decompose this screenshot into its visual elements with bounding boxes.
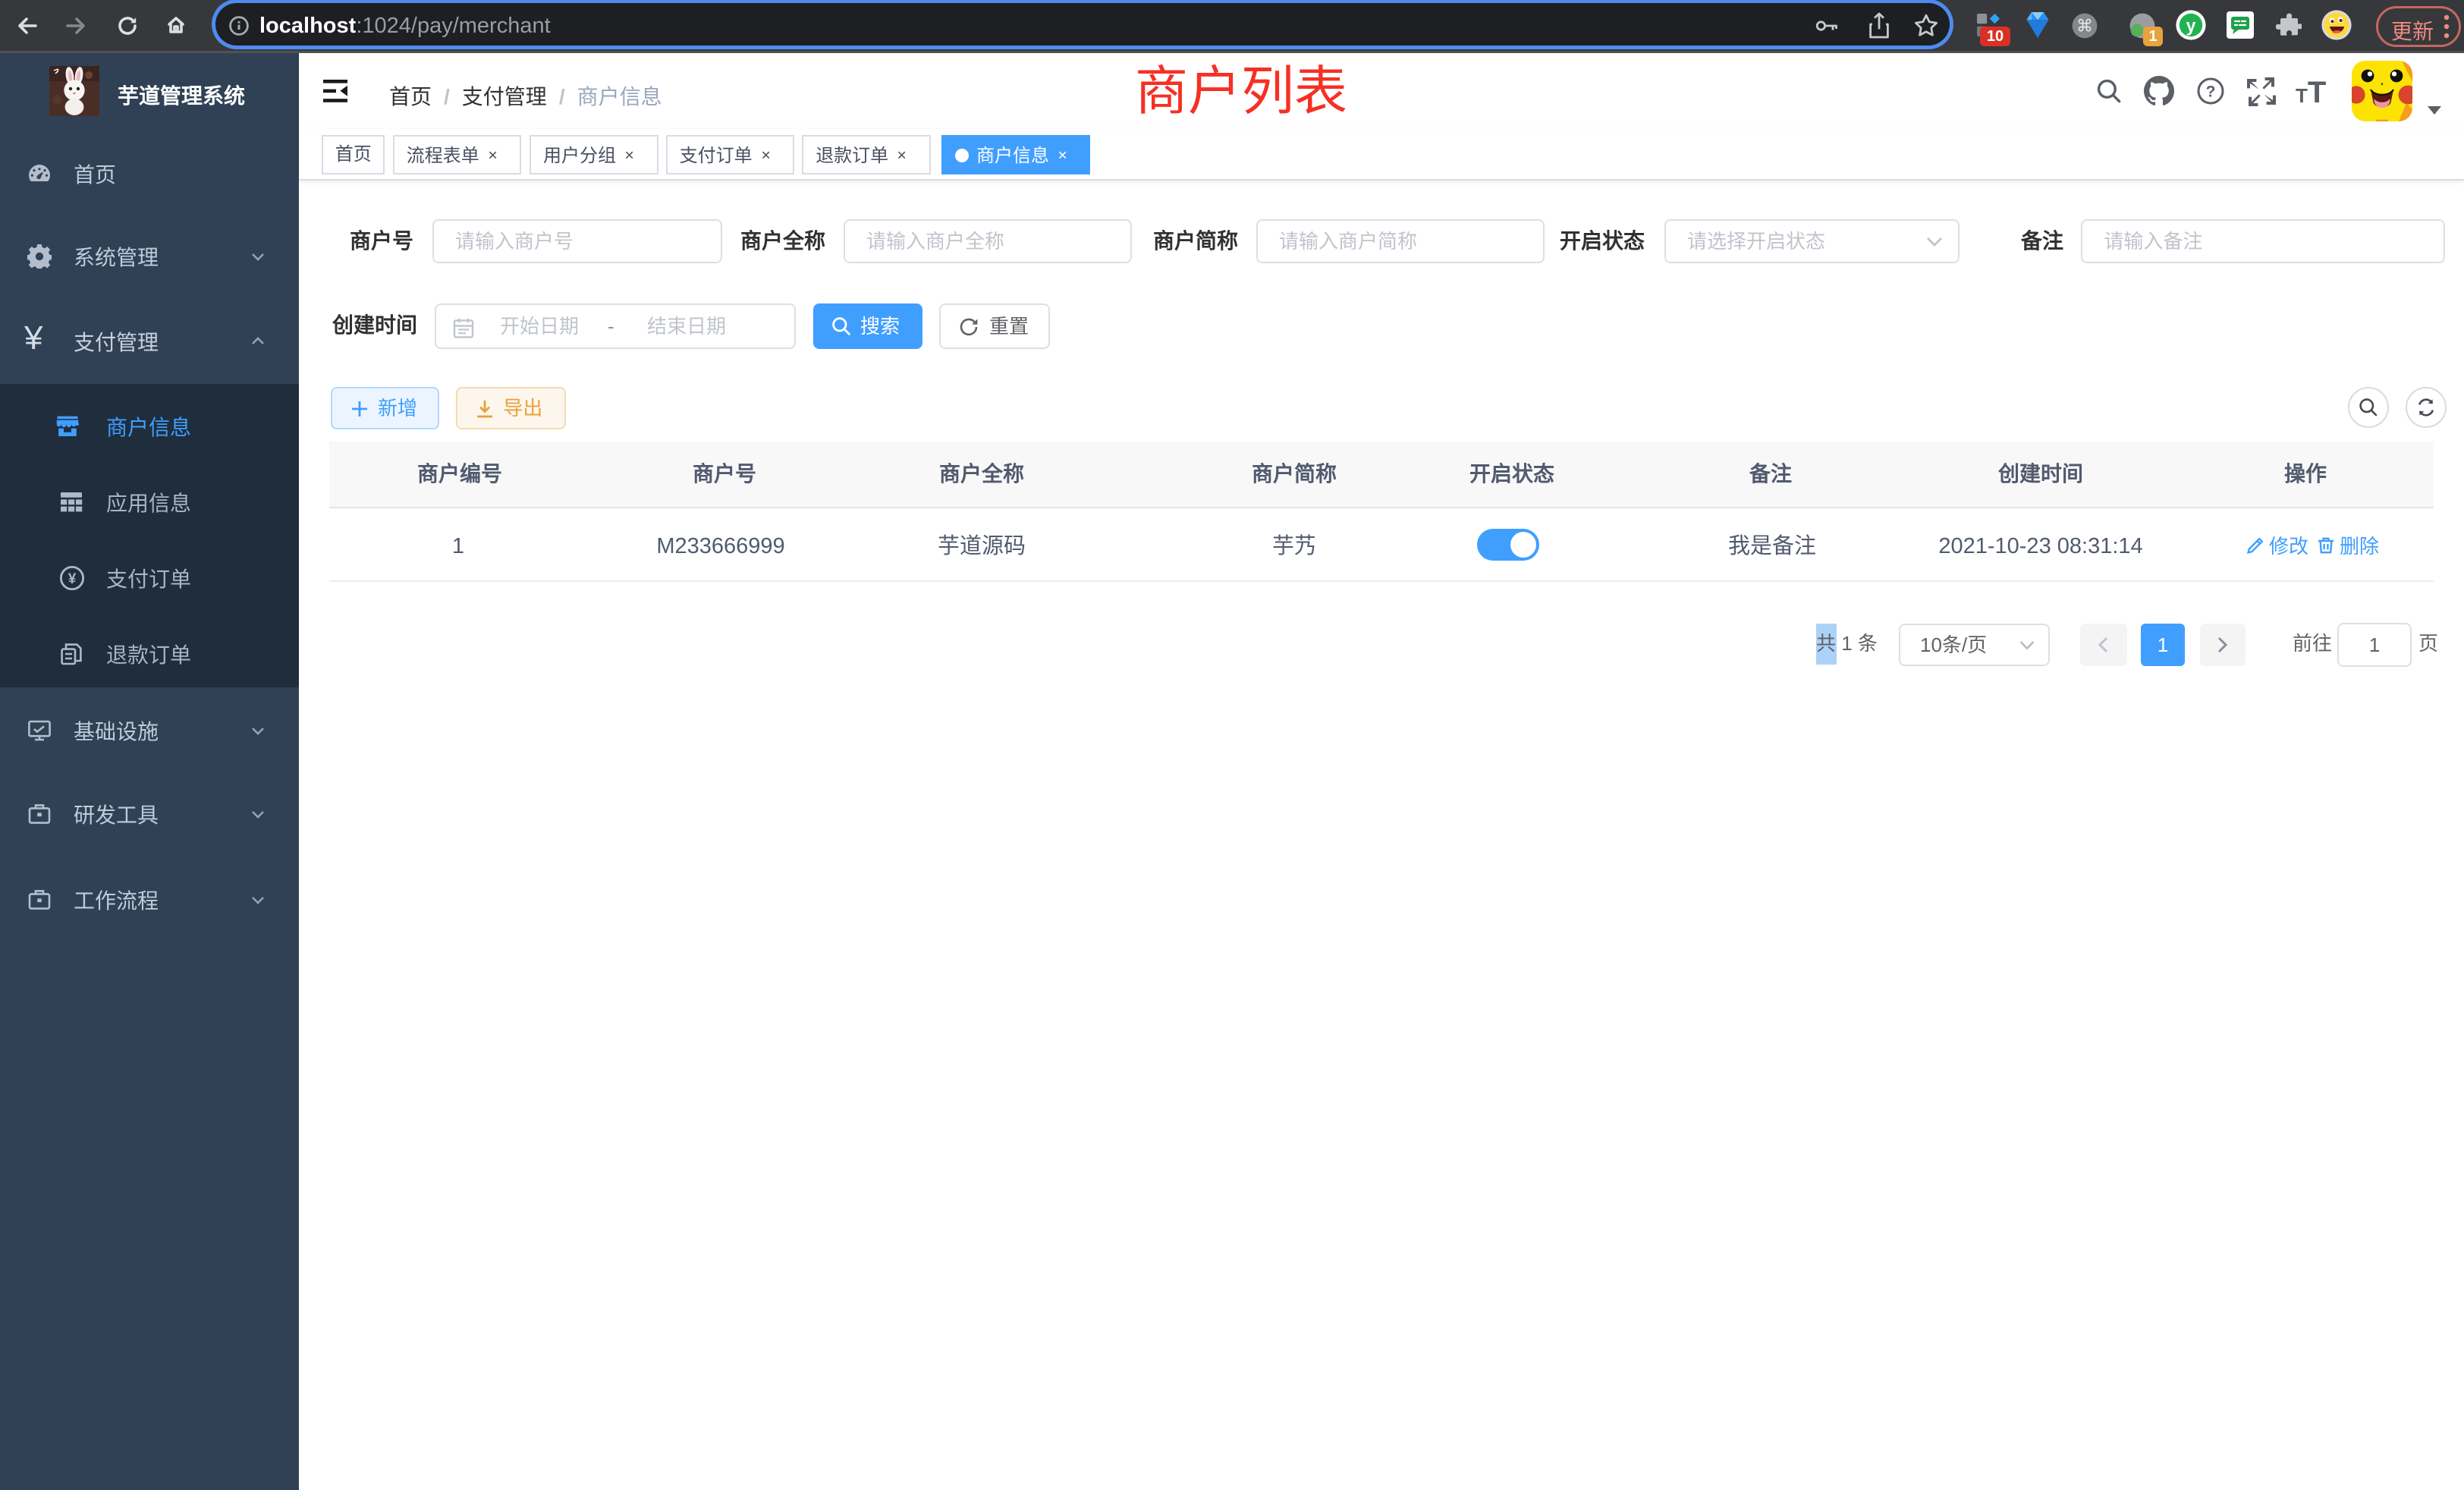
svg-text:y: y: [2186, 15, 2196, 35]
svg-text:¥: ¥: [68, 571, 77, 587]
svg-text:⌘: ⌘: [2076, 17, 2093, 36]
svg-text:?: ?: [2206, 83, 2216, 100]
